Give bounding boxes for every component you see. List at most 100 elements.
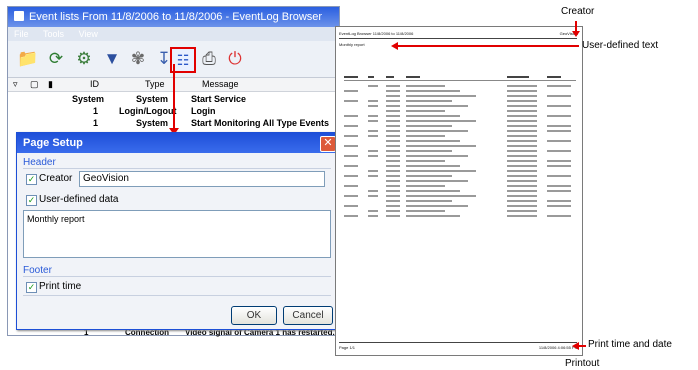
refresh-icon[interactable]: ⟳ [44, 47, 68, 71]
column-id[interactable]: ID [90, 78, 99, 91]
footer-divider [23, 276, 331, 277]
printout-cell [386, 185, 400, 187]
printout-cell [344, 205, 358, 207]
annotation-creator-arrowhead [572, 31, 580, 37]
printout-cell [368, 195, 378, 197]
printout-cell [547, 165, 571, 167]
footer-rule [339, 342, 577, 343]
printout-cell [507, 205, 537, 207]
printout-cell [344, 100, 358, 102]
query-icon[interactable]: ✾ [126, 47, 150, 71]
flag-col-icon[interactable]: ▮ [48, 78, 53, 91]
cell-id: 1 [93, 106, 99, 116]
window-title: Event lists From 11/8/2006 to 11/8/2006 … [29, 11, 323, 23]
printout-cell [386, 210, 400, 212]
user-defined-checkbox[interactable]: ✓ [26, 195, 37, 206]
printout-cell [406, 120, 476, 122]
menu-tools[interactable]: Tools [43, 29, 64, 39]
printout-cell [368, 100, 378, 102]
annotation-creator: Creator [561, 6, 595, 17]
printout-cell [547, 150, 571, 152]
printout-cell [406, 185, 445, 187]
printout-cell [547, 185, 571, 187]
print-time-label: Print time [39, 281, 82, 292]
cell-type: System [136, 118, 169, 128]
power-icon[interactable]: ⏻ [223, 47, 247, 71]
annotation-user-defined-line [397, 45, 579, 47]
header-group-label: Header [23, 157, 56, 168]
page-setup-dialog: Page Setup ✕ Header ✓ Creator GeoVision … [16, 132, 340, 330]
cancel-button[interactable]: Cancel [283, 306, 333, 325]
printout-cell [368, 120, 378, 122]
printout-cell [368, 190, 378, 192]
user-defined-textarea[interactable]: Monthly report [23, 210, 331, 258]
printout-cell [406, 210, 445, 212]
printout-cell [507, 90, 537, 92]
printout-cell [386, 110, 400, 112]
cell-id: System [72, 94, 105, 104]
printout-cell [507, 180, 537, 182]
printout-cell [406, 215, 460, 217]
dialog-titlebar[interactable]: Page Setup [17, 133, 339, 153]
table-header-rule [344, 80, 576, 81]
printout-cell [406, 140, 460, 142]
footer-group-label: Footer [23, 265, 52, 276]
creator-checkbox[interactable]: ✓ [26, 174, 37, 185]
print-time-checkbox[interactable]: ✓ [26, 282, 37, 293]
column-message[interactable]: Message [202, 78, 239, 91]
filter-icon[interactable]: ▼ [100, 47, 124, 71]
printout-cell [406, 95, 476, 97]
printout-cell [547, 95, 571, 97]
printout-cell [386, 190, 400, 192]
printout-cell [507, 165, 537, 167]
printout-cell [368, 130, 378, 132]
window-titlebar[interactable]: Event lists From 11/8/2006 to 11/8/2006 … [8, 7, 339, 27]
printout-cell [344, 165, 358, 167]
dialog-title: Page Setup [23, 137, 83, 149]
printout-cell [368, 170, 378, 172]
column-type[interactable]: Type [145, 78, 165, 91]
printout-cell [507, 200, 537, 202]
printout-cell [386, 140, 400, 142]
printout-cell [547, 130, 571, 132]
printout-cell [507, 105, 537, 107]
creator-input[interactable]: GeoVision [79, 171, 325, 187]
filter-col-icon[interactable]: ▿ [13, 78, 18, 91]
menu-view[interactable]: View [79, 29, 98, 39]
print-icon[interactable]: ⎙ [197, 47, 221, 71]
printout-cell [386, 125, 400, 127]
info-col-icon[interactable]: ▢ [30, 78, 39, 91]
printout-cell [386, 200, 400, 202]
annotation-print-time-arrowhead [572, 342, 579, 350]
printout-cell [507, 95, 537, 97]
printout-cell [368, 115, 378, 117]
folder-icon[interactable]: 📁 [16, 47, 40, 71]
menu-file[interactable]: File [14, 29, 29, 39]
ok-button[interactable]: OK [231, 306, 277, 325]
printout-cell [406, 205, 468, 207]
printout-cell [507, 85, 537, 87]
cell-message: Login [191, 106, 216, 116]
printout-cell [386, 145, 400, 147]
printout-cell [344, 195, 358, 197]
printout-cell [547, 175, 571, 177]
close-icon[interactable]: ✕ [320, 136, 336, 152]
printout-cell [386, 85, 400, 87]
printout-cell [507, 150, 537, 152]
printout-cell [386, 105, 400, 107]
printout-cell [507, 135, 537, 137]
printout-cell [507, 140, 537, 142]
header-divider [23, 168, 331, 169]
printout-cell [406, 150, 452, 152]
printout-cell [386, 180, 400, 182]
printout-cell [406, 155, 468, 157]
printout-cell [507, 195, 537, 197]
printout-cell [386, 150, 400, 152]
table-row-partial[interactable]: 1 Connection Video signal of Camera 1 ha… [18, 329, 338, 337]
printout-cell [386, 160, 400, 162]
printout-cell [386, 195, 400, 197]
connect-icon[interactable]: ⚙ [72, 47, 96, 71]
printout-cell [507, 170, 537, 172]
printout-cell [406, 180, 468, 182]
cell-message: Start Service [191, 94, 247, 104]
